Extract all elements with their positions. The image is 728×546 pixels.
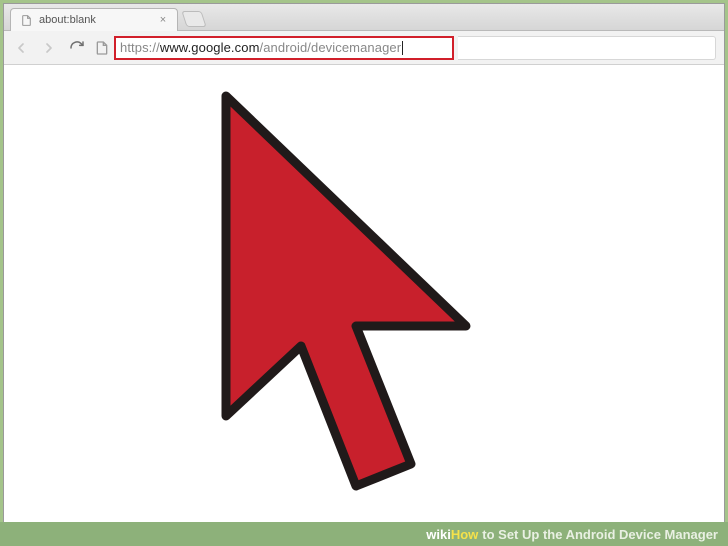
url-path: /android/devicemanager (260, 40, 402, 55)
tab-strip: about:blank × (4, 4, 724, 31)
address-highlight-box: https://www.google.com/android/deviceman… (114, 36, 454, 60)
address-bar[interactable]: https://www.google.com/android/deviceman… (94, 36, 716, 60)
browser-window: about:blank × (3, 3, 725, 543)
brand-how: How (451, 527, 478, 542)
page-icon (19, 13, 33, 27)
back-button[interactable] (12, 39, 30, 57)
tab-close-icon[interactable]: × (157, 14, 169, 26)
article-title: to Set Up the Android Device Manager (482, 527, 718, 542)
brand-wiki: wiki (426, 527, 451, 542)
toolbar: https://www.google.com/android/deviceman… (4, 31, 724, 65)
address-text: https://www.google.com/android/deviceman… (120, 40, 403, 56)
page-icon (94, 40, 110, 56)
url-protocol: https:// (120, 40, 160, 55)
address-bar-remainder[interactable] (458, 36, 716, 60)
reload-button[interactable] (68, 39, 86, 57)
page-content (4, 66, 724, 542)
url-domain: www.google.com (160, 40, 260, 55)
forward-button[interactable] (40, 39, 58, 57)
tab-title: about:blank (39, 14, 151, 26)
browser-tab[interactable]: about:blank × (10, 8, 178, 31)
attribution-footer: wikiHow to Set Up the Android Device Man… (0, 522, 728, 546)
nav-buttons (12, 39, 86, 57)
new-tab-button[interactable] (181, 11, 206, 27)
text-caret (402, 41, 403, 55)
